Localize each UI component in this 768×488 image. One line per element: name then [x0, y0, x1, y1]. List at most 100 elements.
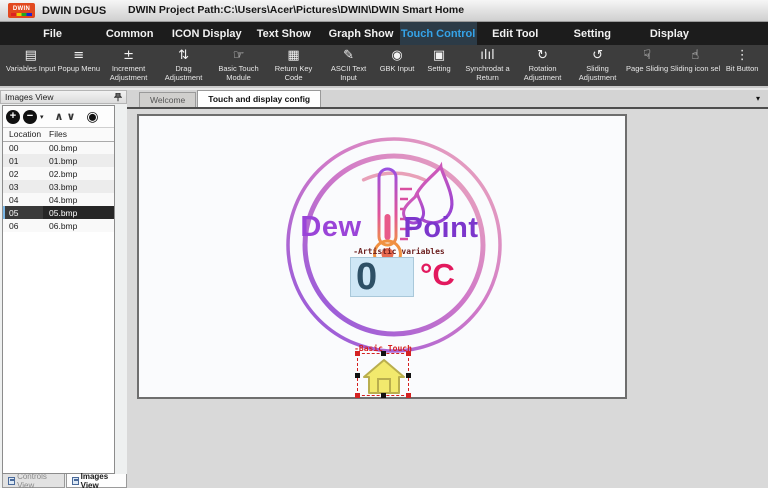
menu-item[interactable]: Text Show: [245, 22, 322, 45]
toolbar-button-label: Drag Adjustment: [164, 64, 203, 82]
toolbar-button[interactable]: ▤ Variables Input: [6, 48, 55, 74]
image-row[interactable]: 06 06.bmp: [3, 219, 114, 232]
remove-options-caret-icon[interactable]: ▾: [40, 113, 44, 121]
toolbar-button[interactable]: ılıl Synchrodat a Return: [461, 48, 514, 82]
workspace: Images View + − ▾ ∧ ∨ ◉ Location Files 0…: [0, 90, 768, 488]
logo-stripe: [11, 12, 32, 16]
images-view-body: + − ▾ ∧ ∨ ◉ Location Files 00 00.bmp 01 …: [2, 105, 115, 474]
images-table-header: Location Files: [3, 128, 114, 142]
toolbar-button[interactable]: ⇅ Drag Adjustment: [157, 48, 210, 82]
menu-item[interactable]: Setting: [554, 22, 631, 45]
toolbar-button[interactable]: ≡ Popup Menu: [57, 48, 100, 74]
toolbar-button[interactable]: ↺ Sliding Adjustment: [571, 48, 624, 82]
toolbar-button[interactable]: ☟ Page Sliding: [626, 48, 668, 74]
resize-handle[interactable]: [381, 393, 386, 398]
image-filename: 05.bmp: [43, 206, 114, 219]
image-row[interactable]: 03 03.bmp: [3, 180, 114, 193]
images-view-title: Images View: [5, 92, 54, 102]
image-filename: 00.bmp: [43, 141, 114, 154]
document-area: Welcome Touch and display config ▾ Dew P…: [127, 90, 768, 488]
toolbar-button-label: Sliding icon sel: [670, 64, 721, 73]
title-bar: DWIN DWIN DGUS DWIN Project Path:C:\User…: [0, 0, 768, 22]
tab-overflow-caret-icon[interactable]: ▾: [756, 94, 760, 103]
panel-tab-icon: [71, 476, 79, 485]
document-tab[interactable]: Welcome: [139, 92, 197, 107]
image-location: 04: [3, 193, 43, 206]
image-row[interactable]: 00 00.bmp: [3, 141, 114, 154]
move-down-button[interactable]: ∨: [66, 110, 75, 123]
toolbar-button-label: Increment Adjustment: [109, 64, 148, 82]
resize-handle[interactable]: [355, 373, 360, 378]
toolbar-button-label: Bit Button: [725, 64, 759, 73]
toolbar-button-label: Synchrodat a Return: [465, 64, 510, 82]
basic-touch-control[interactable]: [355, 351, 411, 398]
menu-item[interactable]: Touch Control: [399, 22, 477, 45]
pin-icon[interactable]: [114, 92, 122, 102]
toolbar-button[interactable]: ⋮ Bit Button: [722, 48, 762, 74]
toolbar-button[interactable]: ▣ Setting: [419, 48, 459, 74]
variable-value: 0: [356, 256, 378, 298]
menu-item[interactable]: File: [14, 22, 91, 45]
resize-handle[interactable]: [381, 351, 386, 356]
image-location: 06: [3, 219, 43, 232]
toolbar-button[interactable]: ◉ GBK Input: [377, 48, 417, 74]
image-row[interactable]: 01 01.bmp: [3, 154, 114, 167]
toolbar-button-icon: ▣: [432, 48, 446, 63]
image-location: 02: [3, 167, 43, 180]
dwin-logo-icon: DWIN: [8, 3, 35, 18]
toolbar-button[interactable]: ✎ ASCII Text Input: [322, 48, 375, 82]
menu-item[interactable]: Graph Show: [322, 22, 399, 45]
artistic-variable-control[interactable]: 0: [350, 257, 414, 297]
column-location[interactable]: Location: [3, 128, 43, 142]
unit-text: °C: [420, 257, 455, 292]
toolbar-button-label: Rotation Adjustment: [523, 64, 562, 82]
toolbar-button-icon: ▤: [24, 48, 37, 63]
toolbar-button-icon: ☝: [691, 48, 700, 63]
menu-item[interactable]: Edit Tool: [477, 22, 554, 45]
design-canvas-page[interactable]: Dew Point -Artistic variables 0 °C -Basi…: [137, 114, 627, 399]
toolbar-button-icon: ±: [123, 48, 134, 63]
remove-image-button[interactable]: −: [23, 109, 37, 124]
image-location: 00: [3, 141, 43, 154]
menu-item[interactable]: Common: [91, 22, 168, 45]
toolbar-button[interactable]: ▦ Return Key Code: [267, 48, 320, 82]
image-filename: 01.bmp: [43, 154, 114, 167]
image-filename: 03.bmp: [43, 180, 114, 193]
image-row[interactable]: 05 05.bmp: [3, 206, 114, 219]
image-location: 05: [3, 206, 43, 219]
menu-item[interactable]: Display: [631, 22, 708, 45]
resize-handle[interactable]: [406, 351, 411, 356]
toolbar-button[interactable]: ± Increment Adjustment: [102, 48, 155, 82]
resize-handle[interactable]: [355, 393, 360, 398]
image-filename: 04.bmp: [43, 193, 114, 206]
image-location: 03: [3, 180, 43, 193]
image-location: 01: [3, 154, 43, 167]
menu-item[interactable]: ICON Display: [168, 22, 245, 45]
toolbar-button-icon: ☟: [643, 48, 652, 63]
toolbar-button[interactable]: ☝ Sliding icon sel: [670, 48, 720, 74]
ribbon-toolbar: ▤ Variables Input ≡ Popup Menu ± Increme…: [0, 45, 768, 88]
view-tab[interactable]: Controls View: [2, 472, 65, 488]
resize-handle[interactable]: [406, 373, 411, 378]
images-table: Location Files 00 00.bmp 01 01.bmp 02 02…: [3, 128, 114, 232]
document-tab[interactable]: Touch and display config: [197, 90, 322, 107]
view-tab[interactable]: Images View: [65, 472, 127, 488]
dgus-window: DWIN DWIN DGUS DWIN Project Path:C:\User…: [0, 0, 768, 488]
toolbar-button-label: Popup Menu: [57, 64, 101, 73]
toolbar-button-label: Basic Touch Module: [218, 64, 259, 82]
dew-title-text: Dew: [300, 211, 362, 243]
column-files[interactable]: Files: [43, 128, 114, 142]
image-row[interactable]: 04 04.bmp: [3, 193, 114, 206]
add-image-button[interactable]: +: [6, 109, 20, 124]
toolbar-button-icon: ▦: [287, 48, 300, 63]
resize-handle[interactable]: [355, 351, 360, 356]
toolbar-button[interactable]: ☞ Basic Touch Module: [212, 48, 265, 82]
document-tabstrip: Welcome Touch and display config: [127, 90, 768, 109]
toolbar-button-label: ASCII Text Input: [330, 64, 367, 82]
toolbar-button-icon: ↺: [592, 48, 603, 63]
move-up-button[interactable]: ∧: [55, 110, 64, 123]
toolbar-button[interactable]: ↻ Rotation Adjustment: [516, 48, 569, 82]
image-row[interactable]: 02 02.bmp: [3, 167, 114, 180]
resize-handle[interactable]: [406, 393, 411, 398]
preview-image-button[interactable]: ◉: [86, 109, 98, 125]
